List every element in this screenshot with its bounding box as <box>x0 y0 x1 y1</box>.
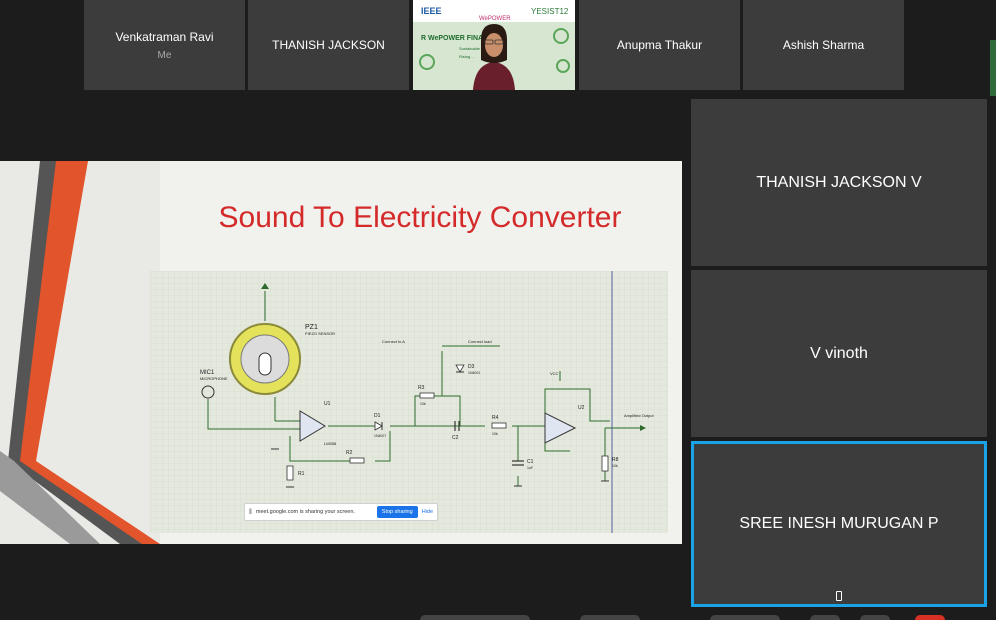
pz1-sub-label: PIEZO SENSOR <box>305 331 335 336</box>
participant-name: Ashish Sharma <box>782 38 865 52</box>
toolbar-button[interactable] <box>860 615 890 620</box>
participant-tile[interactable]: V vinoth <box>691 270 987 437</box>
u2-label: U2 <box>578 405 585 411</box>
participant-name: Anupma Thakur <box>616 38 703 52</box>
yesist-logo: YESIST12 <box>531 7 569 16</box>
r2-label: R2 <box>346 450 353 456</box>
caption-text-2: Rising ... <box>459 54 475 59</box>
r8-label: R8 <box>612 457 619 463</box>
hide-button[interactable]: Hide <box>422 509 433 515</box>
participant-tile[interactable]: THANISH JACKSON <box>248 0 409 90</box>
participant-tile[interactable]: THANISH JACKSON V <box>691 99 987 266</box>
u1-part-label: LM358 <box>324 441 337 446</box>
u1-label: U1 <box>324 401 331 407</box>
stop-sharing-button[interactable]: Stop sharing <box>376 506 418 518</box>
participant-you-label: Me <box>157 49 172 61</box>
offscreen-tile-edge <box>990 40 996 96</box>
toolbar-edge <box>420 614 980 620</box>
r4-label: R4 <box>492 415 499 421</box>
screen-share-bar: ǁ meet.google.com is sharing your screen… <box>244 503 438 521</box>
circuit-schematic: PZ1 PIEZO SENSOR MIC1 MICROPHONE U1 LM35… <box>150 271 668 533</box>
amplified-output-label: Amplified Output <box>624 413 654 418</box>
r8-value: 10k <box>612 464 618 468</box>
share-message: meet.google.com is sharing your screen. <box>255 509 355 515</box>
d1-label: D1 <box>374 413 381 419</box>
ieee-logo: IEEE <box>421 6 442 16</box>
r1-label: R1 <box>298 471 305 477</box>
mic1-sub-label: MICROPHONE <box>200 376 228 381</box>
vcc-label: VCC <box>550 371 559 376</box>
participant-name: V vinoth <box>810 344 868 362</box>
slide-decoration <box>0 161 160 544</box>
pause-icon: ǁ <box>249 508 252 516</box>
connect-to-a-label: Connect to A <box>382 339 405 344</box>
r3-label: R3 <box>418 385 425 391</box>
r3-value: 10k <box>420 402 426 406</box>
c1-value: 1uF <box>527 466 533 470</box>
participant-strip: Venkatraman Ravi Me THANISH JACKSON IEEE… <box>0 0 996 96</box>
toolbar-button[interactable] <box>580 615 640 620</box>
participant-tile-active-speaker[interactable]: SREE INESH MURUGAN P <box>691 441 987 607</box>
participant-video-tile[interactable]: IEEE WePOWER YESIST12 R WePOWER FINALS S… <box>413 0 575 90</box>
wepower-logo: WePOWER <box>479 16 511 22</box>
screen-share: Sound To Electricity Converter PZ1 PIEZO… <box>0 161 682 544</box>
participant-name: Venkatraman Ravi <box>115 29 214 44</box>
c2-label: C2 <box>452 435 459 441</box>
phone-icon <box>836 591 842 601</box>
toolbar-button[interactable] <box>420 615 530 620</box>
toolbar-button[interactable] <box>710 615 780 620</box>
slide-title: Sound To Electricity Converter <box>218 201 622 234</box>
participant-name: THANISH JACKSON V <box>756 173 922 191</box>
d3-part-label: 1N4001 <box>468 371 480 375</box>
presenter-video: IEEE WePOWER YESIST12 R WePOWER FINALS S… <box>413 0 575 90</box>
c1-label: C1 <box>527 459 534 465</box>
r4-value: 10k <box>492 432 498 436</box>
participant-tile[interactable]: Venkatraman Ravi Me <box>84 0 245 90</box>
participant-name: SREE INESH MURUGAN P <box>739 515 939 532</box>
pz1-label: PZ1 <box>305 324 318 331</box>
participant-tile[interactable]: Anupma Thakur <box>579 0 740 90</box>
leave-call-button[interactable] <box>915 615 945 620</box>
d1-part-label: 1N4007 <box>374 434 386 438</box>
toolbar-button[interactable] <box>810 615 840 620</box>
participant-tile[interactable]: Ashish Sharma <box>743 0 904 90</box>
participant-name: THANISH JACKSON <box>272 38 385 52</box>
d3-label: D3 <box>468 364 475 370</box>
connect-load-label: Connect load <box>468 339 492 344</box>
